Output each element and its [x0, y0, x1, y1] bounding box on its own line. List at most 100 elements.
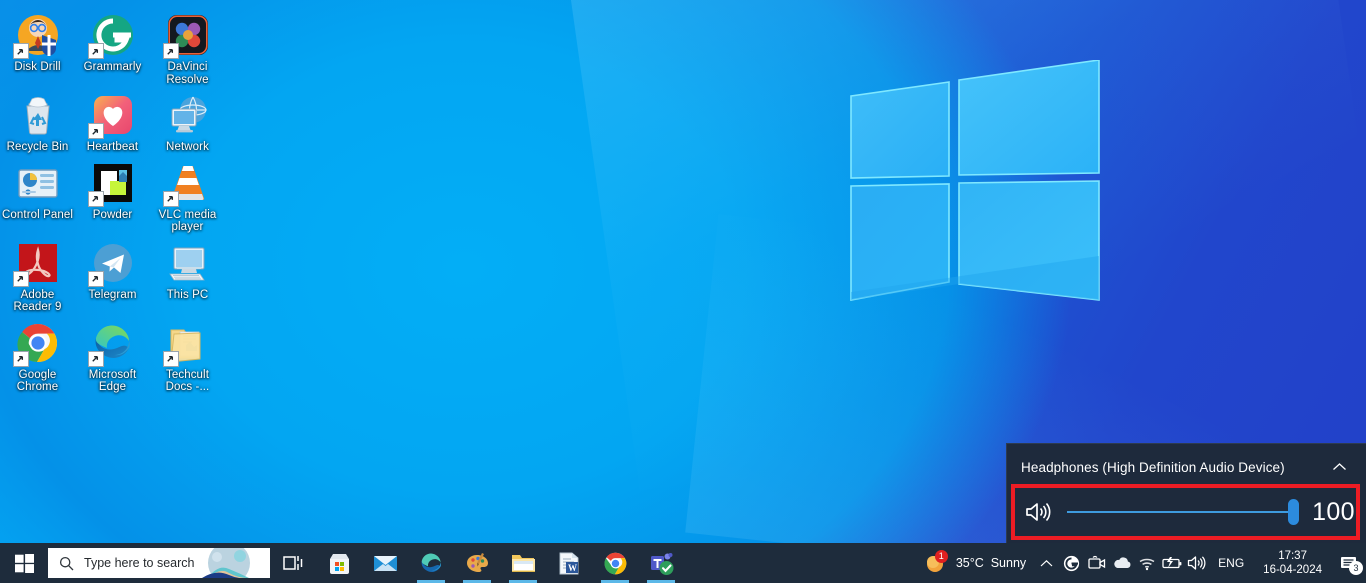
tray-icon-grammarly[interactable] — [1059, 543, 1084, 583]
desktop-icon-davinci-resolve[interactable]: DaVinci Resolve — [150, 6, 225, 86]
desktop-icon-label: Grammarly — [83, 61, 142, 73]
search-placeholder: Type here to search — [84, 556, 195, 570]
weather-widget[interactable]: 1 35°C Sunny — [917, 543, 1034, 583]
mail-icon — [372, 550, 398, 576]
audio-device-name: Headphones (High Definition Audio Device… — [1021, 459, 1285, 475]
desktop-icon-label: This PC — [166, 288, 209, 301]
desktop-icon-grid: Disk Drill Grammarly DaVinci Resolve Rec… — [0, 6, 232, 394]
search-input[interactable]: Type here to search — [48, 548, 270, 578]
show-hidden-icons-button[interactable] — [1034, 543, 1059, 583]
folder-icon — [162, 320, 211, 367]
volume-flyout-panel[interactable]: Headphones (High Definition Audio Device… — [1006, 443, 1366, 543]
task-view-icon — [282, 556, 302, 570]
desktop-icon-label: VLC media player — [158, 208, 217, 234]
desktop-icon-row: Recycle Bin Heartbeat Network — [0, 86, 232, 154]
desktop[interactable]: Disk Drill Grammarly DaVinci Resolve Rec… — [0, 0, 1366, 583]
system-tray: 1 35°C Sunny ENG 17:37 16-04-2024 3 — [917, 543, 1366, 583]
this-pc-icon — [165, 240, 211, 286]
taskbar-app-microsoft-teams[interactable] — [638, 543, 684, 583]
action-center-button[interactable]: 3 — [1332, 543, 1366, 583]
task-view-button[interactable] — [270, 543, 316, 583]
control-panel-icon — [15, 160, 61, 206]
desktop-icon-telegram[interactable]: Telegram — [75, 234, 150, 314]
chevron-up-icon — [1040, 559, 1053, 566]
shortcut-arrow-icon — [87, 270, 104, 287]
google-chrome-icon — [602, 550, 628, 576]
taskbar-app-file-explorer[interactable] — [500, 543, 546, 583]
desktop-icon-label: DaVinci Resolve — [166, 61, 209, 86]
microsoft-edge-icon — [418, 550, 444, 576]
desktop-icon-vlc-media-player[interactable]: VLC media player — [150, 154, 225, 234]
desktop-icon-microsoft-edge[interactable]: Microsoft Edge — [75, 314, 150, 394]
desktop-icon-this-pc[interactable]: This PC — [150, 234, 225, 314]
volume-slider[interactable] — [1067, 497, 1299, 527]
word-icon: W — [556, 550, 582, 576]
desktop-icon-adobe-reader[interactable]: Adobe Reader 9 — [0, 234, 75, 314]
desktop-icon-control-panel[interactable]: Control Panel — [0, 154, 75, 234]
tray-icon-onedrive[interactable] — [1109, 543, 1134, 583]
clock[interactable]: 17:37 16-04-2024 — [1253, 543, 1332, 583]
shortcut-arrow-icon — [87, 43, 104, 59]
shortcut-arrow-icon — [87, 350, 104, 367]
search-icon — [59, 556, 74, 571]
tray-icon-network[interactable] — [1134, 543, 1159, 583]
shortcut-arrow-icon — [162, 43, 179, 59]
windows-start-icon — [14, 553, 34, 573]
speaker-icon — [1188, 556, 1206, 570]
weather-text: 35°C Sunny — [956, 556, 1026, 570]
taskbar-app-word[interactable]: W — [546, 543, 592, 583]
volume-slider-track — [1067, 511, 1295, 513]
sun-icon: 1 — [923, 550, 948, 575]
battery-charging-icon — [1162, 557, 1182, 569]
desktop-icon-grammarly[interactable]: Grammarly — [75, 6, 150, 86]
taskbar[interactable]: Type here to search W 1 35°C Sunny ENG 1… — [0, 543, 1366, 583]
adobe-reader-icon — [12, 240, 61, 287]
taskbar-app-google-chrome[interactable] — [592, 543, 638, 583]
desktop-icon-google-chrome[interactable]: Google Chrome — [0, 314, 75, 394]
tray-icon-webcam[interactable] — [1084, 543, 1109, 583]
language-indicator[interactable]: ENG — [1209, 543, 1253, 583]
weather-notification-badge: 1 — [934, 550, 948, 563]
desktop-icon-label: Techcult Docs -... — [165, 368, 210, 394]
desktop-icon-label: Network — [166, 141, 209, 153]
volume-slider-thumb[interactable] — [1288, 499, 1299, 525]
desktop-icon-network[interactable]: Network — [150, 86, 225, 154]
tray-icon-volume[interactable] — [1184, 543, 1209, 583]
desktop-icon-label: Telegram — [88, 288, 137, 301]
desktop-icon-label: Heartbeat — [86, 141, 139, 153]
desktop-icon-powder[interactable]: Powder — [75, 154, 150, 234]
webcam-icon — [1088, 555, 1105, 569]
svg-text:W: W — [568, 563, 577, 573]
taskbar-app-paint[interactable] — [454, 543, 500, 583]
speaker-volume-icon[interactable] — [1021, 497, 1055, 527]
taskbar-app-microsoft-store[interactable] — [316, 543, 362, 583]
taskbar-app-microsoft-edge[interactable] — [408, 543, 454, 583]
telegram-icon — [87, 240, 136, 287]
volume-slider-row[interactable]: 100 — [1021, 490, 1355, 534]
clock-time: 17:37 — [1278, 550, 1307, 562]
chevron-up-icon[interactable] — [1326, 456, 1352, 478]
weather-condition: Sunny — [990, 556, 1027, 570]
desktop-icon-label: Disk Drill — [14, 61, 61, 73]
tray-icon-battery[interactable] — [1159, 543, 1184, 583]
shortcut-arrow-icon — [12, 43, 29, 59]
weather-temperature: 35°C — [955, 556, 984, 570]
desktop-icon-disk-drill[interactable]: Disk Drill — [0, 6, 75, 86]
grammarly-icon — [87, 12, 136, 59]
powder-icon — [87, 160, 136, 207]
taskbar-app-mail[interactable] — [362, 543, 408, 583]
microsoft-edge-icon — [87, 320, 136, 367]
desktop-icon-heartbeat[interactable]: Heartbeat — [75, 86, 150, 154]
desktop-icon-recycle-bin[interactable]: Recycle Bin — [0, 86, 75, 154]
grammarly-tray-icon — [1064, 555, 1080, 571]
wallpaper-light-beam — [567, 0, 1366, 491]
volume-level-value: 100 — [1312, 498, 1355, 526]
davinci-resolve-icon — [162, 12, 211, 59]
microsoft-store-icon — [326, 550, 352, 576]
shortcut-arrow-icon — [87, 190, 104, 207]
desktop-icon-row: Adobe Reader 9 Telegram This PC — [0, 234, 232, 314]
start-button[interactable] — [0, 543, 48, 583]
desktop-icon-label: Powder — [92, 208, 133, 221]
desktop-icon-techcult-docs[interactable]: Techcult Docs -... — [150, 314, 225, 394]
shortcut-arrow-icon — [12, 270, 29, 287]
